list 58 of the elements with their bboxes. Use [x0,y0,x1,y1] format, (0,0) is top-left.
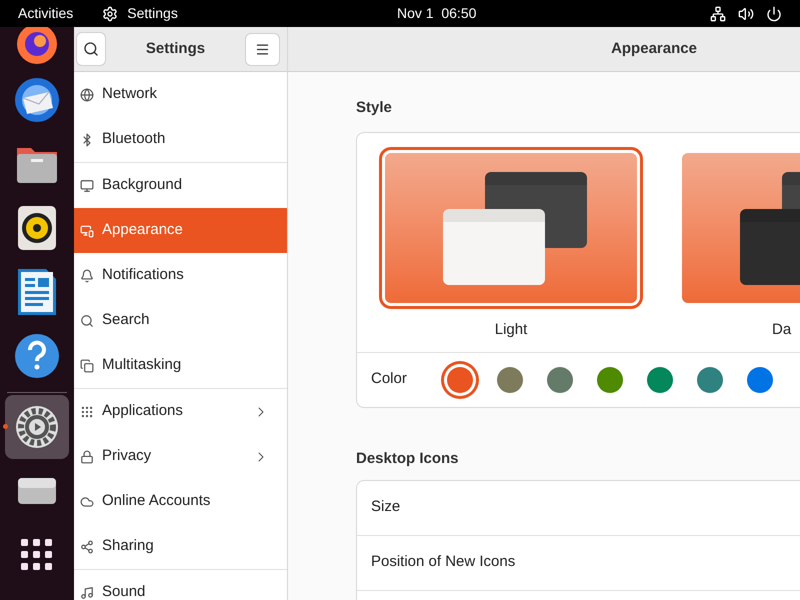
dock-item[interactable] [5,395,69,459]
accent-color-swatch[interactable] [497,366,523,392]
volume-icon[interactable] [738,6,754,22]
sidebar-item[interactable]: Background [74,163,287,208]
settings-row[interactable]: Position of New Icons [357,536,800,590]
help-icon[interactable] [14,333,60,379]
accent-color-swatch[interactable] [447,366,473,392]
sidebar-item[interactable]: Privacy [74,434,287,479]
accent-color-swatch[interactable] [647,366,673,392]
accent-color-swatch[interactable] [697,366,723,392]
sidebar-item[interactable]: Sharing [74,524,287,569]
sidebar-item[interactable]: Search [74,298,287,343]
sidebar-item[interactable]: Sound [74,570,287,600]
app-grid-icon[interactable] [21,539,53,571]
section-heading: Style [356,98,393,117]
sidebar-title: Settings [144,38,206,59]
windows-icon [80,358,94,372]
bell-icon [80,268,94,282]
app-menu-label[interactable]: Settings [127,3,178,24]
mail-bird-icon[interactable] [13,76,61,124]
search-button[interactable] [76,32,106,66]
search-icon [83,41,99,57]
gear-icon [102,6,118,22]
fox-globe-icon[interactable] [16,27,58,65]
accent-color-swatch[interactable] [597,366,623,392]
theme-label: Da [771,320,792,340]
theme-label: Light [494,320,528,340]
menu-button[interactable] [245,32,280,66]
power-icon[interactable] [766,6,782,22]
grid-icon [80,404,94,418]
section-heading: Desktop Icons [356,448,460,468]
sidebar-item[interactable]: Network [74,72,287,117]
share-icon [80,540,94,554]
menu-icon [255,42,270,56]
accent-color-swatch[interactable] [747,366,773,392]
monitor-icon [80,178,94,192]
display-icon [80,224,94,238]
speaker-icon[interactable] [18,206,56,250]
sidebar-item[interactable]: Applications [74,389,287,434]
clock[interactable]: Nov 1 06:50 [397,3,476,24]
network-icon[interactable] [710,6,726,22]
accent-color-swatch[interactable] [547,366,573,392]
sidebar-item[interactable]: Notifications [74,253,287,298]
settings-row[interactable]: Size [357,480,800,536]
page-title: Appearance [611,38,697,59]
sidebar-item[interactable]: Appearance [74,208,287,253]
gear-icon[interactable] [15,405,59,449]
color-label: Color [371,369,408,390]
sidebar-item[interactable]: Bluetooth [74,117,287,162]
lock-icon [80,450,94,464]
globe-icon [80,88,94,102]
document-icon[interactable] [18,269,56,315]
search-icon [80,314,94,328]
sidebar-item[interactable]: Online Accounts [74,479,287,524]
cloud-icon [80,494,94,508]
sidebar-item[interactable]: Multitasking [74,343,287,388]
music-note-icon [80,586,94,600]
activities-button[interactable]: Activities [18,3,74,24]
